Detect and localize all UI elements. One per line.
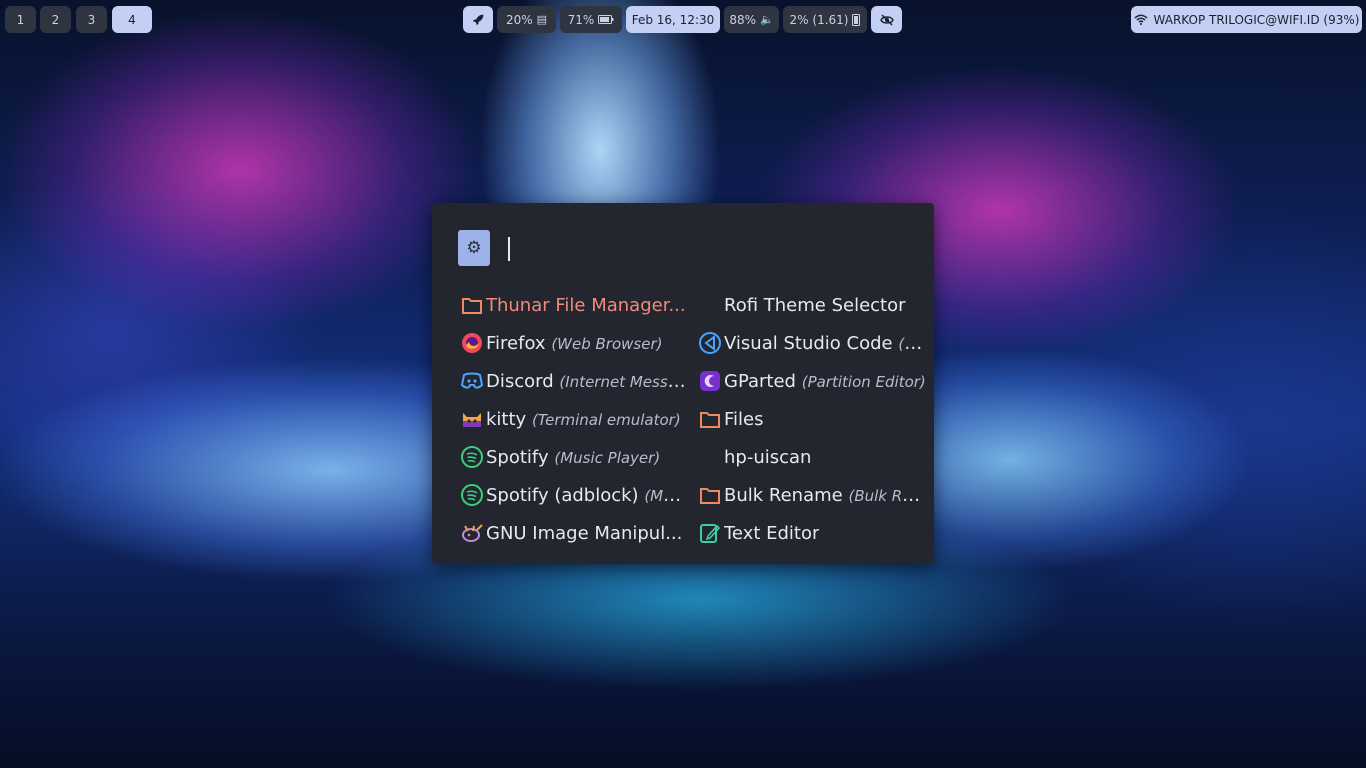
clock-module[interactable]: Feb 16, 12:30	[626, 6, 720, 33]
entry-name: kitty	[486, 408, 527, 430]
blank-icon	[698, 293, 722, 317]
entry-name: hp-uiscan	[724, 446, 812, 468]
app-launcher-window: ⚙ Thunar File Manager... Firefox (Web Br…	[432, 203, 934, 564]
entry-generic: (Internet Messen...	[559, 372, 688, 391]
launcher-entry-firefox[interactable]: Firefox (Web Browser)	[460, 328, 688, 358]
launcher-entry-files[interactable]: Files	[698, 404, 926, 434]
entry-name: Bulk Rename	[724, 484, 843, 506]
memory-icon	[598, 15, 614, 24]
workspace-label: 1	[16, 12, 25, 27]
memory-module[interactable]: 71%	[560, 6, 622, 33]
text-editor-icon	[698, 521, 722, 545]
gparted-icon	[698, 369, 722, 393]
volume-value: 88%	[729, 12, 756, 27]
launcher-entry-rofi-theme-selector[interactable]: Rofi Theme Selector	[698, 290, 926, 320]
spotify-icon	[460, 445, 484, 469]
launcher-entry-vscode[interactable]: Visual Studio Code (Te...	[698, 328, 926, 358]
entry-generic: (Bulk Ren...	[848, 486, 926, 505]
launcher-entry-kitty[interactable]: kitty (Terminal emulator)	[460, 404, 688, 434]
entry-name: Thunar File Manager...	[486, 294, 686, 316]
workspace-label: 3	[87, 12, 96, 27]
entry-name: Visual Studio Code	[724, 332, 893, 354]
entry-name: GNU Image Manipul...	[486, 522, 683, 544]
speaker-icon: 🔈	[759, 13, 774, 26]
workspace-2-button[interactable]: 2	[40, 6, 71, 33]
cpu-value: 20%	[505, 12, 533, 27]
entry-name: Rofi Theme Selector	[724, 294, 906, 316]
folder-icon	[460, 293, 484, 317]
network-label: WARKOP TRILOGIC@WIFI.ID (93%)	[1153, 12, 1360, 27]
launcher-entry-discord[interactable]: Discord (Internet Messen...	[460, 366, 688, 396]
workspace-label: 2	[51, 12, 60, 27]
entry-generic: (Musi...	[644, 486, 688, 505]
entry-generic: (Terminal emulator)	[531, 410, 681, 429]
kitty-icon	[460, 407, 484, 431]
eye-slash-icon	[879, 13, 894, 26]
rocket-icon	[472, 14, 483, 26]
entry-generic: (Partition Editor)	[801, 372, 926, 391]
entry-name: Text Editor	[724, 522, 820, 544]
launcher-entry-text-editor[interactable]: Text Editor	[698, 518, 926, 548]
launcher-entry-thunar[interactable]: Thunar File Manager...	[460, 290, 688, 320]
launcher-entry-hp-uiscan[interactable]: hp-uiscan	[698, 442, 926, 472]
cpu-icon: ▤	[536, 13, 548, 26]
workspace-1-button[interactable]: 1	[5, 6, 36, 33]
cpu-module[interactable]: 20% ▤	[497, 6, 556, 33]
workspace-label: 4	[128, 12, 136, 27]
wifi-icon	[1134, 14, 1148, 25]
disk-value: 2% (1.61)	[789, 12, 849, 27]
vscode-icon	[698, 331, 722, 355]
entry-name: Spotify (adblock)	[486, 484, 639, 506]
disk-icon	[852, 13, 861, 26]
entry-generic: (Web Browser)	[551, 334, 663, 353]
workspace-3-button[interactable]: 3	[76, 6, 107, 33]
entry-name: Files	[724, 408, 764, 430]
memory-value: 71%	[567, 12, 595, 27]
blank-icon	[698, 445, 722, 469]
firefox-icon	[460, 331, 484, 355]
privacy-toggle-button[interactable]	[871, 6, 902, 33]
launcher-entry-gparted[interactable]: GParted (Partition Editor)	[698, 366, 926, 396]
search-input[interactable]	[508, 237, 510, 261]
gimp-icon	[460, 521, 484, 545]
entry-name: Firefox	[486, 332, 546, 354]
spotify-icon	[460, 483, 484, 507]
launcher-entry-spotify-adblock[interactable]: Spotify (adblock) (Musi...	[460, 480, 688, 510]
workspace-4-button[interactable]: 4	[112, 6, 152, 33]
folder-icon	[698, 483, 722, 507]
entry-name: Spotify	[486, 446, 549, 468]
discord-icon	[460, 369, 484, 393]
launcher-entry-spotify[interactable]: Spotify (Music Player)	[460, 442, 688, 472]
folder-icon	[698, 407, 722, 431]
entry-generic: (Music Player)	[554, 448, 661, 467]
disk-module[interactable]: 2% (1.61)	[783, 6, 867, 33]
entry-generic: (Te...	[898, 334, 926, 353]
gears-icon: ⚙	[458, 230, 490, 266]
launcher-entry-bulk-rename[interactable]: Bulk Rename (Bulk Ren...	[698, 480, 926, 510]
launcher-entry-gimp[interactable]: GNU Image Manipul...	[460, 518, 688, 548]
volume-module[interactable]: 88% 🔈	[724, 6, 779, 33]
entry-name: Discord	[486, 370, 554, 392]
network-module[interactable]: WARKOP TRILOGIC@WIFI.ID (93%)	[1131, 6, 1362, 33]
entry-name: GParted	[724, 370, 796, 392]
app-launcher-button[interactable]	[463, 6, 493, 33]
clock-value: Feb 16, 12:30	[631, 12, 715, 27]
